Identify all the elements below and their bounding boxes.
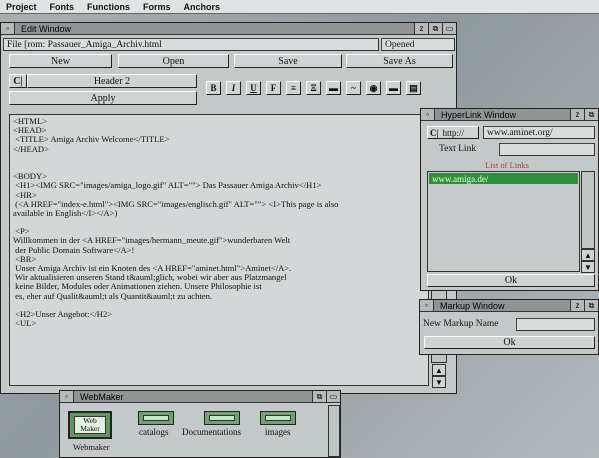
webmaker-scrollbar[interactable] [328,405,340,457]
window-title: WebMaker [80,391,124,402]
editor-line: </HEAD> [13,143,49,154]
horizontal-rule-icon[interactable]: ▬ [326,81,341,95]
markup-name-label: New Markup Name [423,319,499,329]
markup-window-titlebar[interactable]: ▫ Markup Window z ⧉ [420,300,598,312]
webmaker-icon-caption: Web Maker [74,416,106,434]
save-button[interactable]: Save [234,54,342,68]
drawer-label-images: images [265,427,291,437]
protocol-label: http:// [442,127,464,138]
open-button[interactable]: Open [118,54,229,68]
menu-functions[interactable]: Functions [81,2,137,12]
menu-forms[interactable]: Forms [137,2,178,12]
protocol-cycle-button[interactable]: C| http:// [427,126,479,139]
heading-select[interactable]: Header 2 [27,74,197,88]
links-scrollbar[interactable] [581,171,595,249]
webmaker-icon-label: Webmaker [73,442,110,452]
close-icon[interactable]: ▫ [420,300,434,311]
menu-fonts[interactable]: Fonts [44,2,82,12]
hyperlink-window: ▫ HyperLink Window z ⧉ C| http:// www.am… [420,108,599,291]
window-title: HyperLink Window [441,109,517,120]
save-as-button[interactable]: Save As [346,54,453,68]
resize-icon[interactable]: ▭ [442,23,456,34]
align-left-icon[interactable]: ≡ [286,81,301,95]
scroll-down-icon[interactable]: ▼ [432,376,446,388]
drawer-label-documentations: Documentations [182,427,241,437]
hyperlink-ok-button[interactable]: Ok [427,274,595,287]
hyperlink-window-titlebar[interactable]: ▫ HyperLink Window z ⧉ [421,109,598,121]
webmaker-window: ▫ WebMaker ⧉ ▭ Web Maker Webmaker catalo… [59,390,341,458]
bold-button[interactable]: B [206,81,221,95]
resize-icon[interactable]: ▭ [326,391,340,402]
html-text-editor[interactable]: <HTML> <HEAD> <TITLE> Amiga Archiv Welcom… [9,114,429,386]
editor-line: es, eher auf Qualit&auml;t als Quantit&a… [13,290,213,301]
depth-icon[interactable]: ⧉ [584,300,598,311]
apply-button[interactable]: Apply [9,91,197,105]
markup-window: ▫ Markup Window z ⧉ New Markup Name Ok [419,299,599,355]
webmaker-app-icon[interactable]: Web Maker [68,411,112,439]
table-icon[interactable]: ▬ [386,81,401,95]
text-link-field[interactable] [499,143,595,156]
editor-line: <H1><IMG SRC="images/amiga_logo.gif" ALT… [13,180,322,191]
list-icon[interactable]: ▤ [406,81,421,95]
depth-icon[interactable]: ⧉ [584,109,598,120]
menu-project[interactable]: Project [0,2,44,12]
underline-button[interactable]: U [246,81,261,95]
list-of-links-title: List of Links [485,160,529,170]
zoom-icon[interactable]: z [570,300,584,311]
align-center-icon[interactable]: Ξ [306,81,321,95]
editor-line: <H2>Unser Angebot:</H2> [13,308,113,319]
scroll-down-icon[interactable]: ▼ [581,261,595,273]
url-field[interactable]: www.aminet.org/ [483,126,595,139]
drawer-icon[interactable] [138,411,174,425]
menu-anchors[interactable]: Anchors [178,2,228,12]
close-icon[interactable]: ▫ [60,391,74,402]
drawer-icon[interactable] [260,411,296,425]
editor-line: <UL> [13,318,37,329]
close-icon[interactable]: ▫ [421,109,435,120]
italic-button[interactable]: I [226,81,241,95]
close-icon[interactable]: ▫ [1,23,15,34]
depth-icon[interactable]: ⧉ [428,23,442,34]
links-list[interactable]: www.amiga.de/ [427,171,580,272]
list-item[interactable]: www.amiga.de/ [429,173,578,184]
cycle-icon[interactable]: C| [9,74,27,88]
editor-line: <TITLE> Amiga Archiv Welcome</TITLE> [13,134,170,145]
window-title: Markup Window [440,300,505,311]
scroll-up-icon[interactable]: ▲ [581,249,595,261]
edit-window: ▫ Edit Window z ⧉ ▭ File [rom: Passauer_… [0,22,457,394]
cycle-icon: C| [430,127,439,138]
font-button[interactable]: F [266,81,281,95]
status-field: Opened [381,38,455,51]
text-link-label: Text Link [439,144,477,154]
image-icon[interactable]: ◉ [366,81,381,95]
file-path-field: File [rom: Passauer_Amiga_Archiv.html [3,38,379,51]
window-title: Edit Window [21,23,72,34]
markup-name-field[interactable] [516,318,595,331]
scroll-up-icon[interactable]: ▲ [432,364,446,376]
depth-icon[interactable]: ⧉ [312,391,326,402]
wave-icon[interactable]: ~ [346,81,361,95]
editor-line: available in English</I></A>) [13,207,118,218]
edit-window-titlebar[interactable]: ▫ Edit Window z ⧉ ▭ [1,23,456,35]
editor-line: <HTML> [13,116,48,126]
drawer-icon[interactable] [204,411,240,425]
menu-bar: Project Fonts Functions Forms Anchors [0,0,599,14]
zoom-icon[interactable]: z [414,23,428,34]
drawer-label-catalogs: catalogs [139,427,169,437]
zoom-icon[interactable]: z [570,109,584,120]
editor-line: der Public Domain Software</A>! [13,244,135,255]
new-button[interactable]: New [9,54,112,68]
markup-ok-button[interactable]: Ok [424,336,595,349]
webmaker-window-titlebar[interactable]: ▫ WebMaker ⧉ ▭ [60,391,340,403]
